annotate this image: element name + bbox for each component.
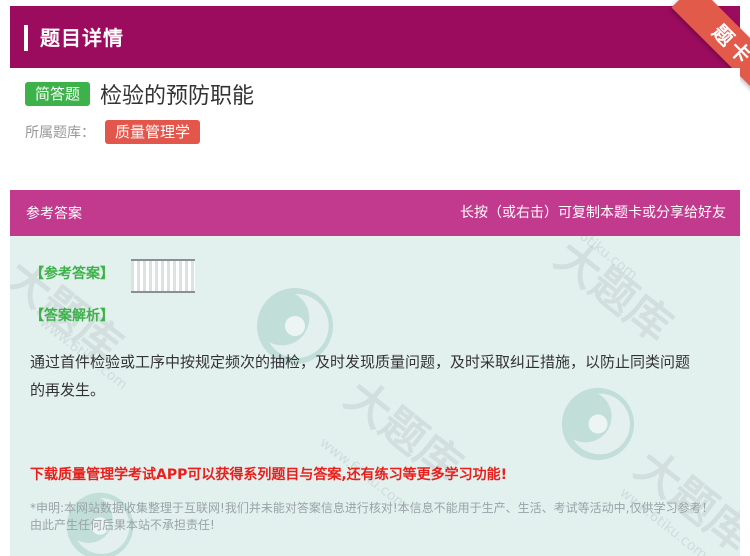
answer-header-title: 参考答案 bbox=[26, 206, 82, 222]
header-accent-bar bbox=[24, 25, 28, 51]
answer-body: 大题库 www.6tiku.com 大题库 www.6tiku.com 大题库 … bbox=[10, 236, 740, 556]
share-hint: 长按（或右击）可复制本题卡或分享给好友 bbox=[460, 205, 726, 221]
question-type-badge: 简答题 bbox=[25, 82, 91, 106]
question-title: 检验的预防职能 bbox=[100, 84, 255, 109]
bank-label: 所属题库： bbox=[25, 125, 95, 141]
bank-tag-link[interactable]: 质量管理学 bbox=[105, 120, 201, 144]
header-bar: 题目详情 bbox=[10, 6, 740, 68]
analysis-text: 通过首件检验或工序中按规定频次的抽检，及时发现质量问题，及时采取纠正措施，以防止… bbox=[30, 353, 691, 399]
app-download-promo[interactable]: 下载质量管理学考试APP可以获得系列题目与答案,还有练习等更多学习功能! bbox=[30, 464, 507, 484]
reference-answer-label: 【参考答案】 bbox=[30, 266, 114, 282]
question-area: 简答题 检验的预防职能 所属题库： 质量管理学 bbox=[10, 68, 740, 178]
disclaimer-text: *申明:本网站数据收集整理于互联网!我们并未能对答案信息进行核对!本信息不能用于… bbox=[30, 501, 714, 532]
answer-image bbox=[131, 259, 195, 293]
answer-header: 参考答案 长按（或右击）可复制本题卡或分享给好友 bbox=[10, 190, 740, 236]
page-title: 题目详情 bbox=[40, 26, 124, 50]
analysis-label: 【答案解析】 bbox=[30, 308, 114, 324]
